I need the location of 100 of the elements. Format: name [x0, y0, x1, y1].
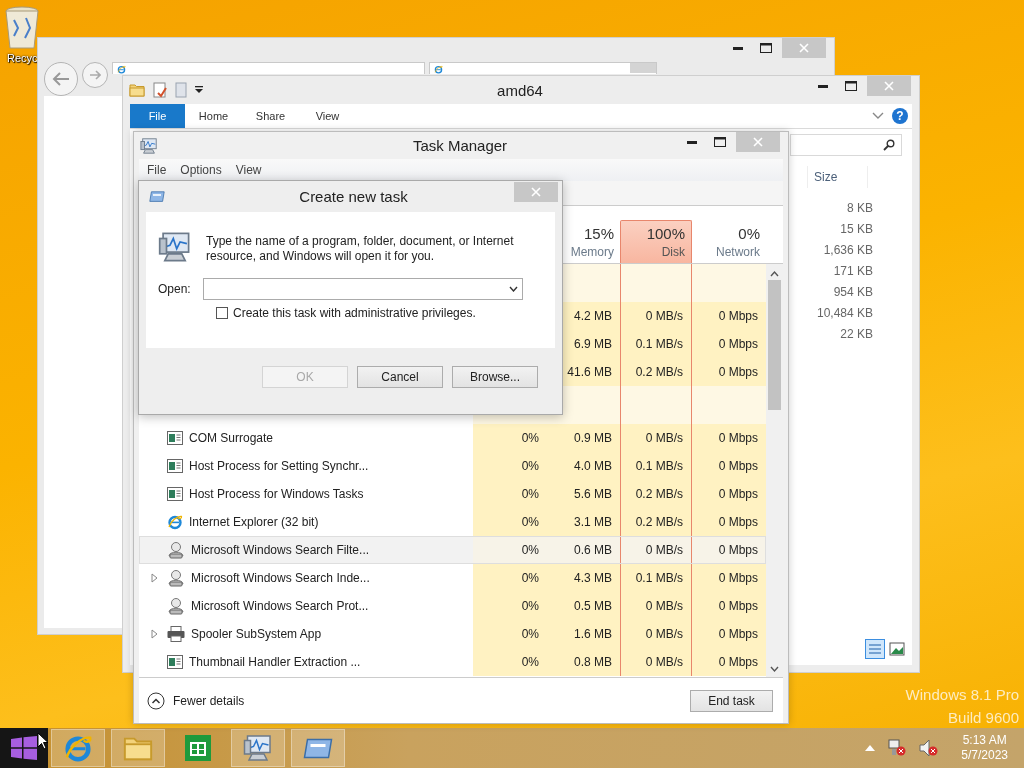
network-cell: 0 Mbps: [692, 648, 766, 676]
checkbox-label[interactable]: Create this task with administrative privileges.: [233, 306, 476, 320]
column-header[interactable]: Size: [807, 166, 869, 188]
minimize-icon: [818, 84, 828, 88]
dialog-button[interactable]: Browse...: [452, 366, 538, 388]
forward-arrow-icon: [89, 70, 101, 80]
collapse-icon: [147, 691, 165, 710]
table-cell: [620, 386, 692, 424]
open-combo-field[interactable]: [202, 278, 523, 300]
menu-item[interactable]: Options: [180, 163, 222, 177]
chevron-icon[interactable]: [872, 112, 884, 120]
windows-logo-icon: [11, 736, 37, 760]
dialog-message: Type the name of a program, folder, document, or Internet resource, and Windows will open it for you.: [206, 234, 515, 264]
disk-cell: 0.1 MB/s: [620, 452, 692, 480]
watermark-text: Windows 8.1 Pro: [905, 686, 1019, 703]
run-window-icon: [149, 190, 165, 203]
memory-cell: 0.6 MB: [547, 536, 620, 564]
speaker-muted-icon[interactable]: [919, 739, 940, 757]
ribbon-tab[interactable]: File: [130, 104, 185, 128]
close-icon: [753, 137, 763, 147]
disk-cell: 0.1 MB/s: [620, 564, 692, 592]
address-field[interactable]: [112, 62, 425, 74]
taskbar-app-button[interactable]: [291, 729, 345, 767]
cpu-cell: 0%: [473, 536, 547, 564]
cpu-cell: 0%: [473, 620, 547, 648]
size-cell-text: 22 KB: [839, 326, 873, 343]
column-header[interactable]: 0% Network: [692, 220, 766, 263]
cpu-cell: 0%: [473, 452, 547, 480]
dialog-button[interactable]: Cancel: [357, 366, 443, 388]
ribbon-tab[interactable]: Share: [242, 104, 299, 128]
process-name: Thumbnail Handler Extraction ...: [189, 655, 361, 669]
disk-cell: 0.2 MB/s: [620, 358, 692, 386]
open-label: Open:: [158, 282, 191, 296]
run-window-icon: [303, 737, 333, 759]
ribbon-tab[interactable]: Home: [185, 104, 242, 128]
thumbnail-view-icon[interactable]: [887, 639, 907, 659]
search-field[interactable]: [790, 134, 902, 156]
menu-item[interactable]: View: [235, 163, 262, 177]
scroll-down-icon[interactable]: [770, 665, 779, 673]
column-header[interactable]: 100% Disk: [620, 220, 692, 263]
size-cell-text: 10,484 KB: [815, 305, 873, 322]
network-cell: 0 Mbps: [692, 564, 766, 592]
end-task-button[interactable]: End task: [690, 689, 773, 712]
window-title: amd64: [497, 81, 543, 99]
memory-cell: 0.5 MB: [547, 592, 620, 620]
tray-expand-icon[interactable]: [865, 745, 876, 751]
maximize-icon: [845, 81, 857, 91]
memory-cell: 0.8 MB: [547, 648, 620, 676]
taskbar-app-button[interactable]: [231, 729, 285, 767]
ribbon-tab[interactable]: View: [299, 104, 356, 128]
network-cell: 0 Mbps: [692, 302, 766, 330]
cpu-cell: 0%: [473, 508, 547, 536]
network-cell: 0 Mbps: [692, 592, 766, 620]
cpu-cell: 0%: [473, 592, 547, 620]
recycle-bin-icon[interactable]: [4, 6, 40, 50]
memory-cell: 4.3 MB: [547, 564, 620, 592]
disk-cell: 0 MB/s: [620, 302, 692, 330]
details-view-icon[interactable]: [865, 639, 885, 659]
network-cell: 0 Mbps: [692, 620, 766, 648]
disk-cell: 0 MB/s: [620, 620, 692, 648]
cpu-cell: 0%: [473, 564, 547, 592]
network-cell: 0 Mbps: [692, 358, 766, 386]
monitor-icon: [243, 733, 273, 763]
app-window-icon: [167, 655, 183, 669]
process-name: Microsoft Windows Search Prot...: [191, 599, 369, 613]
printer-icon: [167, 626, 185, 642]
help-button[interactable]: ?: [892, 108, 908, 124]
memory-cell: 0.9 MB: [547, 424, 620, 452]
properties-icon[interactable]: [153, 82, 167, 98]
scroll-thumb[interactable]: [768, 280, 781, 410]
minimize-icon: [733, 46, 743, 50]
disk-cell: 0 MB/s: [620, 536, 692, 564]
monitor-icon: [140, 136, 158, 155]
dropdown-icon[interactable]: [195, 86, 203, 94]
expand-icon[interactable]: [151, 629, 158, 639]
table-cell: [620, 264, 692, 302]
network-cell: 0 Mbps: [692, 330, 766, 358]
network-icon[interactable]: [887, 739, 908, 757]
fewer-details-button[interactable]: Fewer details: [147, 691, 245, 710]
back-button[interactable]: [44, 62, 78, 96]
browser-icon: [117, 65, 126, 74]
checkbox[interactable]: [216, 307, 228, 319]
browser-icon: [63, 733, 93, 763]
close-icon: [884, 81, 894, 91]
expand-icon[interactable]: [151, 573, 158, 583]
memory-cell: 3.1 MB: [547, 508, 620, 536]
size-cell-text: 171 KB: [832, 263, 873, 280]
scrollbar[interactable]: [766, 264, 783, 677]
network-cell: 0 Mbps: [692, 536, 766, 564]
disk-cell: 0.2 MB/s: [620, 480, 692, 508]
process-name: Microsoft Windows Search Inde...: [191, 571, 370, 585]
start-button[interactable]: [0, 728, 48, 768]
scroll-up-icon[interactable]: [770, 270, 779, 278]
forward-button[interactable]: [82, 62, 108, 88]
cpu-cell: 0%: [473, 648, 547, 676]
dialog-title: Create new task: [299, 188, 408, 205]
disk-cell: 0.2 MB/s: [620, 508, 692, 536]
menu-item[interactable]: File: [147, 163, 167, 177]
cpu-cell: 0%: [473, 424, 547, 452]
disk-cell: 0.1 MB/s: [620, 330, 692, 358]
